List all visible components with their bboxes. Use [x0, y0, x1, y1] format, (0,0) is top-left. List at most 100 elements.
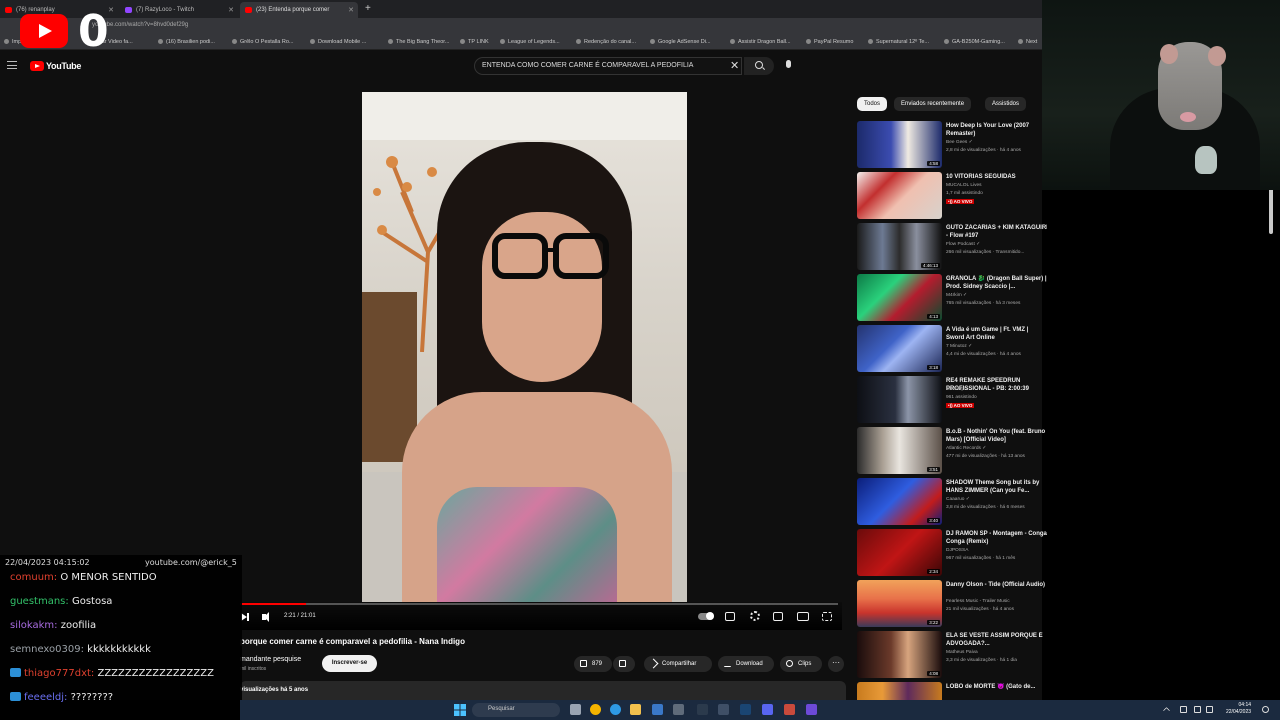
app-icon[interactable]: [718, 704, 729, 715]
video-thumbnail[interactable]: 3:40: [857, 478, 942, 525]
bookmark-item[interactable]: Google AdSense Di...: [650, 39, 711, 45]
network-icon[interactable]: [1194, 706, 1201, 713]
video-thumbnail[interactable]: [857, 682, 942, 700]
recommended-video[interactable]: 3:40 SHADOW Theme Song but its by HANS ZI…: [857, 478, 1047, 526]
app-icon[interactable]: [673, 704, 684, 715]
miniplayer-icon[interactable]: [773, 612, 783, 621]
clear-search-icon[interactable]: ✕: [730, 59, 739, 72]
video-duration: 4:08: [927, 671, 940, 676]
taskbar-clock[interactable]: 04:14 22/04/2023: [1226, 702, 1251, 716]
recommended-video[interactable]: LOBO de MORTE 😈 (Gato de...: [857, 682, 1047, 700]
close-tab-icon[interactable]: ✕: [108, 6, 114, 14]
description-box[interactable]: [240, 681, 846, 700]
clips-button[interactable]: Clips: [780, 656, 822, 672]
bookmark-item[interactable]: Assistir Dragon Ball...: [730, 39, 791, 45]
chip-watched[interactable]: Assistidos: [985, 97, 1027, 111]
recommended-video[interactable]: 3:22 Danny Olson - Tide (Official Audio) F…: [857, 580, 1047, 628]
recommended-video[interactable]: 2:34 DJ RAMON SP - Montagem - Conga Conga…: [857, 529, 1047, 577]
video-thumbnail[interactable]: 4:08: [857, 631, 942, 678]
video-thumbnail[interactable]: 4:13: [857, 274, 942, 321]
video-thumbnail[interactable]: 4:46:13: [857, 223, 942, 270]
close-tab-icon[interactable]: ✕: [348, 6, 354, 14]
bookmark-item[interactable]: TP LINK: [460, 39, 489, 45]
explorer-folder-icon[interactable]: [630, 704, 641, 715]
youtube-overlay-count: 0: [78, 6, 109, 57]
search-query[interactable]: ENTENDA COMO COMER CARNE É COMPARAVEL A …: [482, 62, 693, 69]
video-thumbnail[interactable]: 4:58: [857, 121, 942, 168]
close-tab-icon[interactable]: ✕: [228, 6, 234, 14]
subtitles-icon[interactable]: [725, 612, 735, 621]
recommended-video[interactable]: 4:08 ELA SE VESTE ASSIM PORQUE É ADVOGADA…: [857, 631, 1047, 679]
search-button[interactable]: [744, 57, 774, 75]
taskview-icon[interactable]: [570, 704, 581, 715]
notifications-icon[interactable]: [1262, 706, 1269, 713]
settings-gear-icon[interactable]: [750, 611, 760, 621]
video-thumbnail[interactable]: 3:22: [857, 580, 942, 627]
bookmark-item[interactable]: Grêlo O Pestalla Ro...: [232, 39, 294, 45]
bookmark-item[interactable]: GA-B250M-Gaming...: [944, 39, 1005, 45]
channel-name[interactable]: mandante pesquise: [240, 656, 301, 663]
recommended-video[interactable]: 4:46:13 GUTO ZACARIAS + KIM KATAGUIRI - F…: [857, 223, 1047, 271]
progress-bar[interactable]: [240, 603, 838, 605]
bookmark-item[interactable]: League of Legends...: [500, 39, 560, 45]
windows-start-icon[interactable]: [454, 704, 466, 716]
dislike-button[interactable]: [613, 656, 635, 672]
bookmark-item[interactable]: Supernatural 12º Te...: [868, 39, 929, 45]
bookmark-item[interactable]: The Big Bang Theor...: [388, 39, 449, 45]
like-button[interactable]: 879: [574, 656, 612, 672]
browser-tab-3[interactable]: (23) Entenda porque comer ✕: [240, 2, 358, 18]
bookmark-item[interactable]: Download Mobile ...: [310, 39, 366, 45]
video-thumbnail[interactable]: [857, 172, 942, 219]
video-thumbnail[interactable]: 3:51: [857, 427, 942, 474]
chip-all[interactable]: Todos: [857, 97, 888, 111]
more-options-button[interactable]: ···: [828, 656, 844, 672]
recommended-video[interactable]: RE4 REMAKE SPEEDRUN PROFISSIONAL - PB: 2…: [857, 376, 1047, 424]
youtube-logo-icon[interactable]: [30, 61, 44, 71]
app-icon[interactable]: [806, 704, 817, 715]
taskbar-search-input[interactable]: [472, 703, 560, 717]
chrome-icon[interactable]: [590, 704, 601, 715]
volume-tray-icon[interactable]: [1206, 706, 1213, 713]
download-button[interactable]: Download: [718, 656, 774, 672]
recommended-video[interactable]: 3:18 A Vida é um Game | Ft. VMZ | Sword A…: [857, 325, 1047, 373]
volume-icon[interactable]: [262, 612, 269, 622]
youtube-logo-text[interactable]: YouTube: [46, 61, 81, 71]
new-tab-button[interactable]: +: [365, 3, 371, 14]
autoplay-toggle[interactable]: [698, 612, 714, 620]
app-icon[interactable]: [697, 704, 708, 715]
recommended-title: B.o.B - Nothin' On You (feat. Bruno Mars…: [946, 429, 1046, 443]
chip-recent[interactable]: Enviados recentemente: [894, 97, 972, 111]
recommended-video[interactable]: 4:58 How Deep Is Your Love (2007 Remaster…: [857, 121, 1047, 169]
app-icon[interactable]: [784, 704, 795, 715]
steam-icon[interactable]: [740, 704, 751, 715]
hamburger-menu-icon[interactable]: [7, 61, 17, 69]
discord-icon[interactable]: [762, 704, 773, 715]
bookmark-item[interactable]: Next: [1018, 39, 1037, 45]
bookmark-item[interactable]: (16) Brasilien podi...: [158, 39, 215, 45]
taskbar-search-placeholder[interactable]: Pesquisar: [488, 706, 515, 712]
video-thumbnail[interactable]: 3:18: [857, 325, 942, 372]
subscribe-button[interactable]: Inscrever-se: [322, 655, 377, 672]
bookmark-item[interactable]: Redenção do canal...: [576, 39, 636, 45]
bookmark-item[interactable]: PayPal Resumo: [806, 39, 853, 45]
recommended-video[interactable]: 3:51 B.o.B - Nothin' On You (feat. Bruno …: [857, 427, 1047, 475]
store-icon[interactable]: [652, 704, 663, 715]
recommended-video[interactable]: 4:13 GRANOLA 🐉 (Dragon Ball Super) | Prod…: [857, 274, 1047, 322]
microphone-icon[interactable]: [786, 60, 791, 68]
tray-app-icon[interactable]: [1180, 706, 1187, 713]
recommended-meta: 967 mil visualizações · há 1 mês: [946, 556, 1016, 561]
theater-mode-icon[interactable]: [797, 612, 809, 621]
edge-icon[interactable]: [610, 704, 621, 715]
share-label: Compartilhar: [662, 661, 697, 667]
share-button[interactable]: Compartilhar: [644, 656, 712, 672]
browser-tab-2[interactable]: (7) RazyLoco - Twitch ✕: [120, 2, 238, 18]
video-frame[interactable]: [362, 92, 687, 602]
recommended-video[interactable]: 10 VITÓRIAS SEGUIDAS MUCALOL Lives 1,7 mil…: [857, 172, 1047, 220]
next-icon[interactable]: [247, 613, 249, 621]
video-duration: 3:51: [927, 467, 940, 472]
chat-text: ZZZZZZZZZZZZZZZZZ: [97, 668, 214, 679]
fullscreen-icon[interactable]: [822, 612, 832, 621]
video-thumbnail[interactable]: [857, 376, 942, 423]
video-thumbnail[interactable]: 2:34: [857, 529, 942, 576]
video-duration: 3:40: [927, 518, 940, 523]
